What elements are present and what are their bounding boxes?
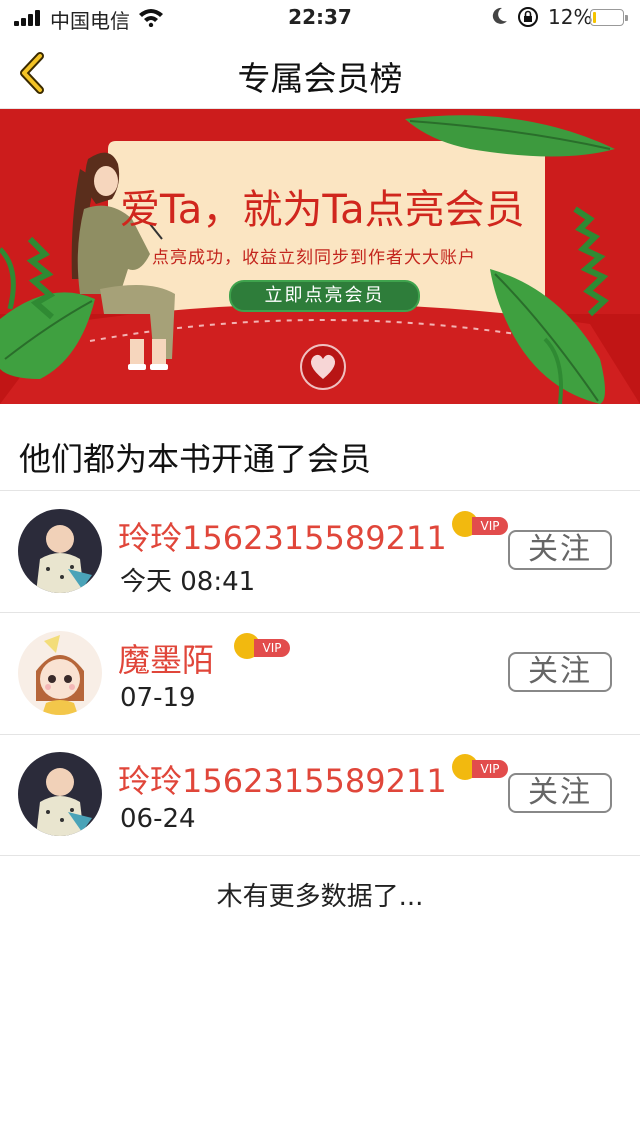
baby-photo-avatar <box>18 509 102 593</box>
clock: 22:37 <box>288 5 352 29</box>
banner-headline: 爱Ta，就为Ta点亮会员 <box>120 187 525 233</box>
member-name[interactable]: 玲玲1562315589211 <box>118 756 447 802</box>
rotation-lock-icon <box>518 7 538 27</box>
member-date: 06-24 <box>120 804 196 834</box>
follow-button[interactable]: 关注 <box>508 773 612 813</box>
follow-button[interactable]: 关注 <box>508 530 612 570</box>
member-date: 07-19 <box>120 683 196 713</box>
avatar[interactable] <box>18 752 102 836</box>
member-name[interactable]: 玲玲1562315589211 <box>118 513 447 559</box>
banner-subtitle: 点亮成功，收益立刻同步到作者大大账户 <box>152 248 476 268</box>
cartoon-girl-avatar <box>18 631 102 715</box>
page-title: 专属会员榜 <box>237 59 403 98</box>
battery-icon <box>590 9 628 26</box>
member-row[interactable]: 魔墨陌 VIP 07-19 关注 <box>0 613 640 735</box>
member-row[interactable]: 玲玲1562315589211 VIP 06-24 关注 <box>0 734 640 856</box>
baby-photo-avatar <box>18 752 102 836</box>
follow-button[interactable]: 关注 <box>508 652 612 692</box>
nav-bar: 专属会员榜 <box>0 36 640 109</box>
light-up-membership-button[interactable]: 立即点亮会员 <box>229 280 420 312</box>
no-more-data-text: 木有更多数据了... <box>216 882 424 912</box>
member-name[interactable]: 魔墨陌 <box>118 635 214 681</box>
member-date: 今天 08:41 <box>120 567 256 597</box>
status-bar: 中国电信 22:37 12% <box>0 0 640 36</box>
avatar[interactable] <box>18 509 102 593</box>
promo-banner[interactable]: 爱Ta，就为Ta点亮会员 点亮成功，收益立刻同步到作者大大账户 立即点亮会员 <box>0 109 640 404</box>
member-row[interactable]: 玲玲1562315589211 VIP 今天 08:41 关注 <box>0 491 640 613</box>
section-title: 他们都为本书开通了会员 <box>19 440 372 478</box>
avatar[interactable] <box>18 631 102 715</box>
moon-icon <box>492 7 507 24</box>
battery-percent: 12% <box>548 5 593 29</box>
